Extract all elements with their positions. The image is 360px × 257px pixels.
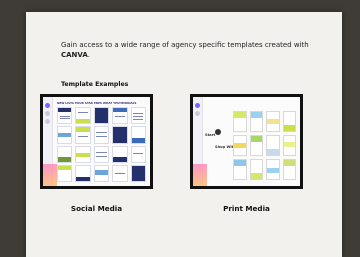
sidebar-dot-icon (45, 119, 50, 124)
template-tile (57, 126, 73, 144)
template-tile (112, 145, 128, 163)
template-tile (233, 135, 247, 156)
template-tile (75, 126, 91, 144)
template-tile (282, 159, 296, 180)
template-tile (282, 135, 296, 156)
social-media-caption: Social Media (70, 204, 123, 213)
print-media-caption: Print Media (223, 204, 270, 213)
template-tile (57, 164, 73, 182)
print-media-preview-screen: Start Shop With (193, 97, 300, 186)
preview-gradient-accent (43, 164, 57, 186)
template-examples-heading: Template Examples (61, 81, 129, 88)
template-tile (75, 164, 91, 182)
template-tile (57, 145, 73, 163)
template-tile (93, 126, 110, 144)
template-tile (249, 111, 263, 132)
social-media-template-preview[interactable]: NEW LISTA POUR STAR PRES WHAT TESTIMONIA… (40, 94, 153, 189)
intro-text-after: . (87, 51, 91, 59)
template-tile (93, 107, 110, 125)
template-tile (93, 164, 110, 182)
template-tile (112, 126, 128, 144)
sidebar-dot-icon (195, 111, 200, 116)
template-tile (130, 145, 146, 163)
print-preview-word-start: Start (205, 133, 216, 137)
social-template-grid (57, 107, 146, 182)
template-tile (233, 159, 247, 180)
template-tile (249, 135, 263, 156)
intro-text-before: Gain access to a wide range of agency sp… (61, 41, 309, 49)
print-media-template-preview[interactable]: Start Shop With (190, 94, 303, 189)
template-tile (75, 107, 91, 125)
template-tile (112, 164, 128, 182)
print-template-grid (233, 111, 296, 180)
template-tile (75, 145, 91, 163)
template-tile (130, 107, 146, 125)
intro-text: Gain access to a wide range of agency sp… (61, 40, 321, 60)
template-tile (266, 135, 280, 156)
preview-gradient-accent (193, 164, 207, 186)
template-tile (266, 159, 280, 180)
avatar-circle-icon (215, 129, 221, 135)
template-tile (249, 159, 263, 180)
template-tile (130, 164, 146, 182)
sidebar-dot-icon (45, 103, 50, 108)
template-tile (233, 111, 247, 132)
template-tile (130, 126, 146, 144)
sidebar-dot-icon (195, 103, 200, 108)
template-tile (266, 111, 280, 132)
template-tile (282, 111, 296, 132)
canva-brand: CANVA (61, 51, 88, 59)
print-preview-hero: Start Shop With (205, 125, 236, 159)
template-tile (57, 107, 73, 125)
template-tile (93, 145, 110, 163)
social-media-preview-screen: NEW LISTA POUR STAR PRES WHAT TESTIMONIA… (43, 97, 150, 186)
template-tile (112, 107, 128, 125)
sidebar-dot-icon (45, 111, 50, 116)
social-preview-title: NEW LISTA POUR STAR PRES WHAT TESTIMONIA… (57, 101, 137, 105)
